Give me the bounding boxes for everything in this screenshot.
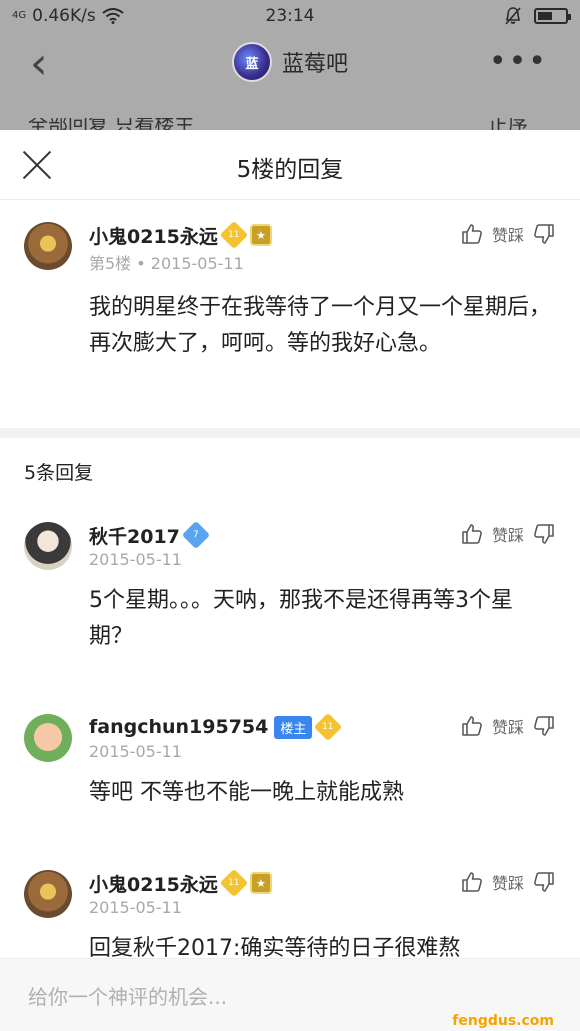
thumb-up-icon[interactable]: [460, 522, 484, 546]
thumb-down-icon[interactable]: [532, 522, 556, 546]
medal-icon: ★: [249, 224, 272, 246]
signal-icon: 4G: [12, 10, 27, 21]
comment-date: 2015-05-11: [89, 550, 182, 569]
vote-label: 赞踩: [491, 718, 524, 737]
thumb-up-icon[interactable]: [460, 714, 484, 738]
bg-tab-right: 正序: [488, 118, 528, 130]
level-badge: 11: [219, 220, 249, 250]
sheet-title: 5楼的回复: [236, 157, 344, 183]
comment-date: 2015-05-11: [89, 898, 182, 917]
vote-label: 赞踩: [491, 226, 524, 245]
medal-icon: ★: [249, 872, 272, 894]
thumb-down-icon[interactable]: [532, 870, 556, 894]
section-divider: [0, 428, 580, 438]
sheet-header: 5楼的回复: [0, 130, 580, 200]
vote-actions: 赞踩: [460, 870, 556, 894]
main-comment: 小鬼0215永远 11 ★ 第5楼 • 2015-05-11 我的明星终于在我等…: [0, 220, 580, 422]
reply-item: 小鬼0215永远 11 ★ 2015-05-11 回复秋千2017:确实等待的日…: [0, 870, 580, 960]
comment-date: 2015-05-11: [89, 742, 182, 761]
network-speed: 0.46K/s: [32, 6, 96, 26]
thumb-up-icon[interactable]: [460, 222, 484, 246]
host-tag: 楼主: [274, 715, 313, 739]
comment-date: 2015-05-11: [150, 254, 244, 273]
avatar[interactable]: [24, 714, 72, 762]
floor-number: 第5楼: [89, 254, 132, 273]
vote-label: 赞踩: [491, 526, 524, 545]
forum-nav-bar: ‹ 蓝 蓝莓吧 •••: [0, 32, 580, 98]
avatar[interactable]: [24, 222, 72, 270]
forum-name: 蓝莓吧: [281, 52, 348, 77]
username[interactable]: fangchun195754: [89, 716, 268, 738]
more-icon[interactable]: •••: [489, 44, 548, 79]
avatar[interactable]: [24, 870, 72, 918]
comment-text: 回复秋千2017:确实等待的日子很难熬: [89, 936, 461, 960]
username[interactable]: 小鬼0215永远: [89, 870, 218, 897]
comment-text: 等吧 不等也不能一晚上就能成熟: [89, 780, 404, 805]
vote-actions: 赞踩: [460, 714, 556, 738]
watermark: fengdus.com: [452, 1013, 554, 1029]
username[interactable]: 小鬼0215永远: [89, 222, 218, 249]
wifi-icon: [102, 8, 124, 24]
vote-label: 赞踩: [491, 874, 524, 893]
level-badge: 11: [219, 870, 249, 898]
username[interactable]: 秋千2017: [89, 522, 180, 549]
level-badge: 11: [314, 712, 343, 742]
reply-item: fangchun195754 楼主 11 2015-05-11 等吧 不等也不能…: [0, 712, 580, 834]
reply-sheet: 5楼的回复 小鬼0215永远 11 ★ 第5楼 • 2015-05-11 我的明…: [0, 130, 580, 1031]
forum-logo: 蓝: [231, 42, 272, 82]
comment-input[interactable]: 给你一个神评的机会...: [28, 981, 227, 1010]
replies-count: 5条回复: [24, 462, 94, 484]
background-page: 4G 0.46K/s 23:14 ‹ 蓝 蓝莓吧 ••• 全部回复 只看楼主 正…: [0, 0, 580, 130]
battery-level: [538, 12, 552, 20]
status-bar: 4G 0.46K/s 23:14: [0, 0, 580, 32]
vote-actions: 赞踩: [460, 222, 556, 246]
comment-meta: 第5楼 • 2015-05-11: [89, 254, 244, 273]
bg-tab-left: 全部回复 只看楼主: [28, 118, 195, 130]
thumb-down-icon[interactable]: [532, 714, 556, 738]
reply-item: 秋千2017 7 2015-05-11 5个星期。。。天呐，那我不是还得再等3个…: [0, 520, 580, 672]
thumb-up-icon[interactable]: [460, 870, 484, 894]
comment-input-bar[interactable]: 给你一个神评的机会... fengdus.com: [0, 958, 580, 1031]
battery-icon: [534, 8, 571, 24]
mute-bell-icon: [505, 7, 521, 25]
comment-text: 我的明星终于在我等待了一个月又一个星期后，再次膨大了，呵呵。等的我好心急。: [89, 295, 552, 356]
level-badge: 7: [181, 520, 211, 550]
comment-text: 5个星期。。。天呐，那我不是还得再等3个星期？: [89, 588, 513, 649]
vote-actions: 赞踩: [460, 522, 556, 546]
avatar[interactable]: [24, 522, 72, 570]
thumb-down-icon[interactable]: [532, 222, 556, 246]
